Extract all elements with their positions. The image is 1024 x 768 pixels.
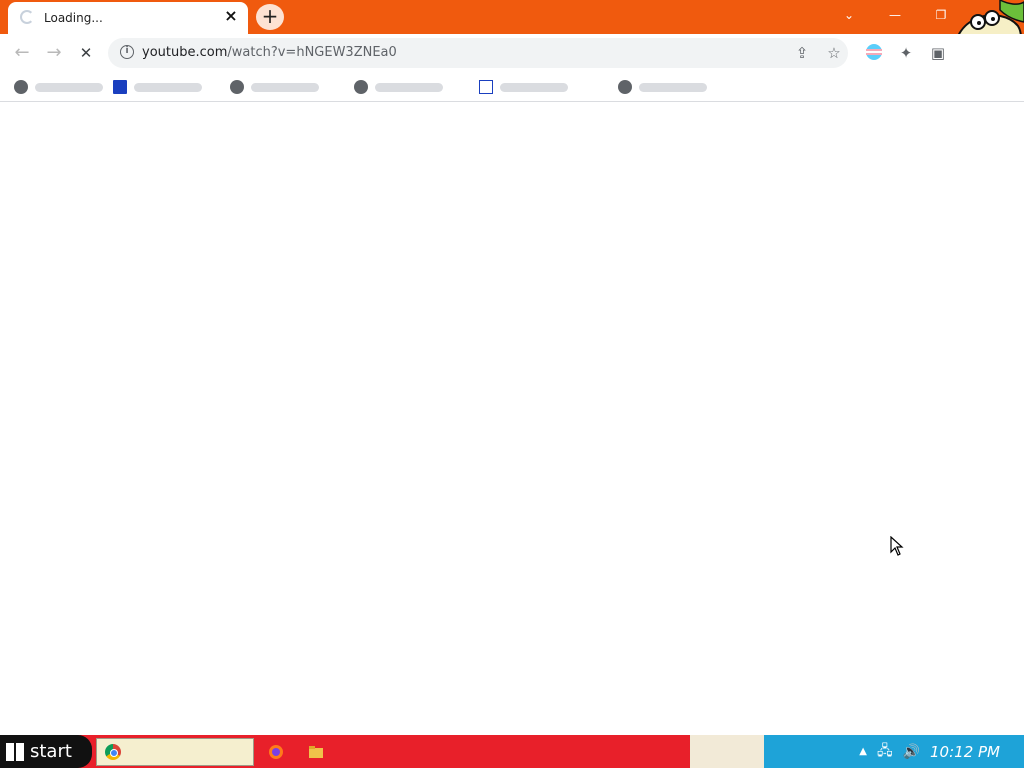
bookmark-item[interactable] (479, 78, 568, 96)
address-bar[interactable]: i youtube.com/watch?v=hNGEW3ZNEa0 (108, 38, 848, 68)
back-button[interactable]: ← (10, 41, 34, 65)
browser-window: Loading... × + ⌄ — ❐ ← → ✕ i youtube.com… (0, 0, 1024, 768)
star-icon[interactable]: ☆ (824, 43, 844, 63)
bookmark-item[interactable] (354, 78, 443, 96)
profile-avatar-icon[interactable] (864, 43, 884, 63)
site-info-icon[interactable]: i (120, 45, 134, 59)
minimize-button[interactable]: — (872, 0, 918, 30)
bookmark-label-placeholder (500, 82, 568, 92)
side-panel-icon[interactable]: ▣ (928, 43, 948, 63)
bookmark-item[interactable] (14, 78, 103, 96)
extensions-icon[interactable]: ✦ (896, 43, 916, 63)
volume-icon[interactable]: 🔊 (903, 744, 920, 760)
bookmark-label-placeholder (134, 82, 202, 92)
loading-spinner-icon (20, 10, 34, 24)
bookmark-item[interactable] (618, 78, 707, 96)
bookmark-label-placeholder (251, 82, 319, 92)
bookmark-label-placeholder (35, 82, 103, 92)
url-text[interactable]: youtube.com/watch?v=hNGEW3ZNEa0 (142, 45, 397, 60)
bookmark-item[interactable] (230, 78, 319, 96)
taskbar: start ▲ 🖧 🔊 10:12 PM (0, 735, 1024, 768)
start-label: start (30, 741, 72, 762)
tab-loading[interactable]: Loading... × (8, 2, 248, 34)
forward-button[interactable]: → (42, 41, 66, 65)
new-tab-button[interactable]: + (256, 4, 284, 30)
url-host: youtube.com (142, 45, 228, 60)
mouse-cursor-icon (890, 536, 904, 556)
bookmark-label-placeholder (639, 82, 707, 92)
tray-expand-icon[interactable]: ▲ (859, 746, 867, 757)
globe-icon (230, 80, 244, 94)
globe-icon (14, 80, 28, 94)
tab-title: Loading... (44, 11, 103, 25)
url-path: /watch?v=hNGEW3ZNEa0 (227, 45, 397, 60)
tab-strip: Loading... × + ⌄ — ❐ (0, 0, 1024, 64)
tab-search-button[interactable]: ⌄ (826, 0, 872, 30)
share-icon[interactable]: ⇪ (792, 43, 812, 63)
stop-loading-button[interactable]: ✕ (74, 41, 98, 65)
start-button[interactable]: start (0, 735, 92, 768)
taskbar-decoration (690, 735, 764, 768)
bookmarks-bar (0, 72, 1024, 102)
firefox-icon[interactable] (268, 744, 284, 760)
bookmark-label-placeholder (375, 82, 443, 92)
mf-icon (113, 80, 127, 94)
clock[interactable]: 10:12 PM (930, 743, 1000, 761)
network-icon[interactable]: 🖧 (877, 740, 893, 764)
chrome-icon (105, 744, 121, 760)
folder-icon[interactable] (308, 744, 324, 760)
windows-logo-icon (6, 742, 24, 761)
bookmark-item[interactable] (113, 78, 202, 96)
page-content-blank (0, 103, 1024, 735)
tab-close-icon[interactable]: × (222, 7, 240, 25)
browser-toolbar: ← → ✕ i youtube.com/watch?v=hNGEW3ZNEa0 … (0, 34, 1024, 72)
globe-icon (354, 80, 368, 94)
window-controls: ⌄ — ❐ (826, 0, 964, 30)
sigma-icon (479, 80, 493, 94)
globe-icon (618, 80, 632, 94)
taskbar-chrome-window[interactable] (96, 738, 254, 766)
system-tray: ▲ 🖧 🔊 10:12 PM (764, 735, 1024, 768)
